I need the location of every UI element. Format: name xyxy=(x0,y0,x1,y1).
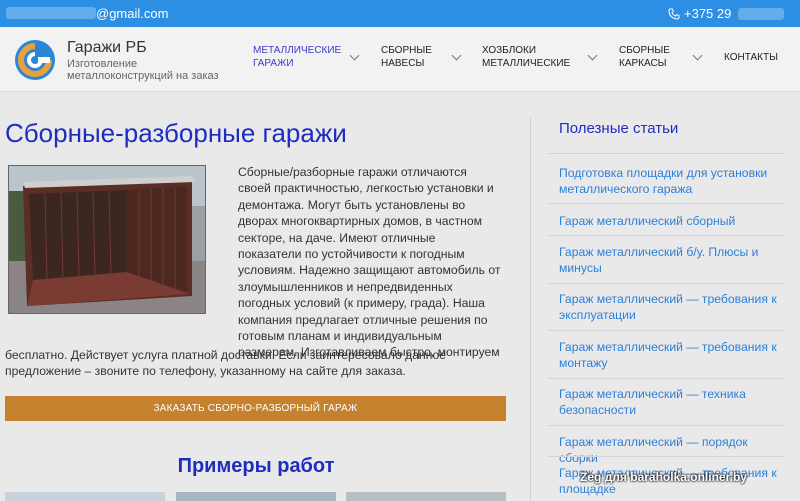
chevron-down-icon[interactable] xyxy=(451,50,462,61)
order-button[interactable]: Заказать сборно-разборный гараж xyxy=(5,396,506,421)
example-thumbnail[interactable] xyxy=(5,492,165,501)
email-redacted xyxy=(6,7,96,19)
article-divider xyxy=(548,456,784,457)
sidebar-rule xyxy=(548,153,784,154)
article-divider xyxy=(548,330,784,331)
brand-tagline: Изготовление металлоконструкций на заказ xyxy=(67,58,219,82)
sidebar-title: Полезные статьи xyxy=(559,120,679,137)
watermark: Zeg для baraholka.onliner.by xyxy=(580,470,747,484)
sidebar-divider xyxy=(530,118,531,501)
example-thumbnail[interactable] xyxy=(176,492,336,501)
chevron-down-icon[interactable] xyxy=(349,50,360,61)
article-link[interactable]: Гараж металлический — техника безопаснос… xyxy=(559,386,784,419)
brand-name[interactable]: Гаражи РБ xyxy=(67,39,147,57)
phone-redacted xyxy=(738,7,785,20)
article-link[interactable]: Гараж металлический — требования к экспл… xyxy=(559,291,784,324)
intro-text-tail: бесплатно. Действует услуга платной дост… xyxy=(5,348,447,379)
article-divider xyxy=(548,378,784,379)
article-link[interactable]: Гараж металлический — требования к монта… xyxy=(559,339,784,372)
top-bar: @gmail.com +375 29 xyxy=(0,0,800,27)
phone-contact[interactable]: +375 29 xyxy=(668,6,785,21)
garage-image xyxy=(9,166,205,313)
logo-icon[interactable] xyxy=(14,39,56,81)
chevron-down-icon[interactable] xyxy=(587,50,598,61)
nav-item-frames[interactable]: Сборные каркасы xyxy=(619,44,689,70)
site-header: Гаражи РБ Изготовление металлоконструкци… xyxy=(0,27,800,92)
chevron-down-icon[interactable] xyxy=(692,50,703,61)
nav-item-metal-garages[interactable]: Металлические гаражи xyxy=(253,44,348,70)
email-suffix: @gmail.com xyxy=(96,6,169,21)
email-contact[interactable]: @gmail.com xyxy=(6,6,168,21)
article-divider xyxy=(548,235,784,236)
article-divider xyxy=(548,425,784,426)
article-link[interactable]: Подготовка площадки для установки металл… xyxy=(559,165,784,198)
nav-item-sheds[interactable]: Хозблоки металлические xyxy=(482,44,582,70)
phone-icon xyxy=(668,8,680,20)
page-title: Сборные-разборные гаражи xyxy=(5,118,347,148)
phone-prefix: +375 29 xyxy=(684,6,732,21)
examples-title: Примеры работ xyxy=(177,455,335,477)
nav-item-contacts[interactable]: Контакты xyxy=(724,51,778,64)
intro-text: Сборные/разборные гаражи отличаются свое… xyxy=(238,165,501,360)
article-link[interactable]: Гараж металлический — порядок сборки xyxy=(559,434,784,467)
article-link[interactable]: Гараж металлический сборный xyxy=(559,213,784,229)
example-thumbnail[interactable] xyxy=(346,492,506,501)
article-link[interactable]: Гараж металлический б/у. Плюсы и минусы xyxy=(559,244,784,277)
nav-item-canopies[interactable]: Сборные навесы xyxy=(381,44,451,70)
article-divider xyxy=(548,203,784,204)
article-divider xyxy=(548,283,784,284)
garage-photo[interactable] xyxy=(8,165,206,314)
